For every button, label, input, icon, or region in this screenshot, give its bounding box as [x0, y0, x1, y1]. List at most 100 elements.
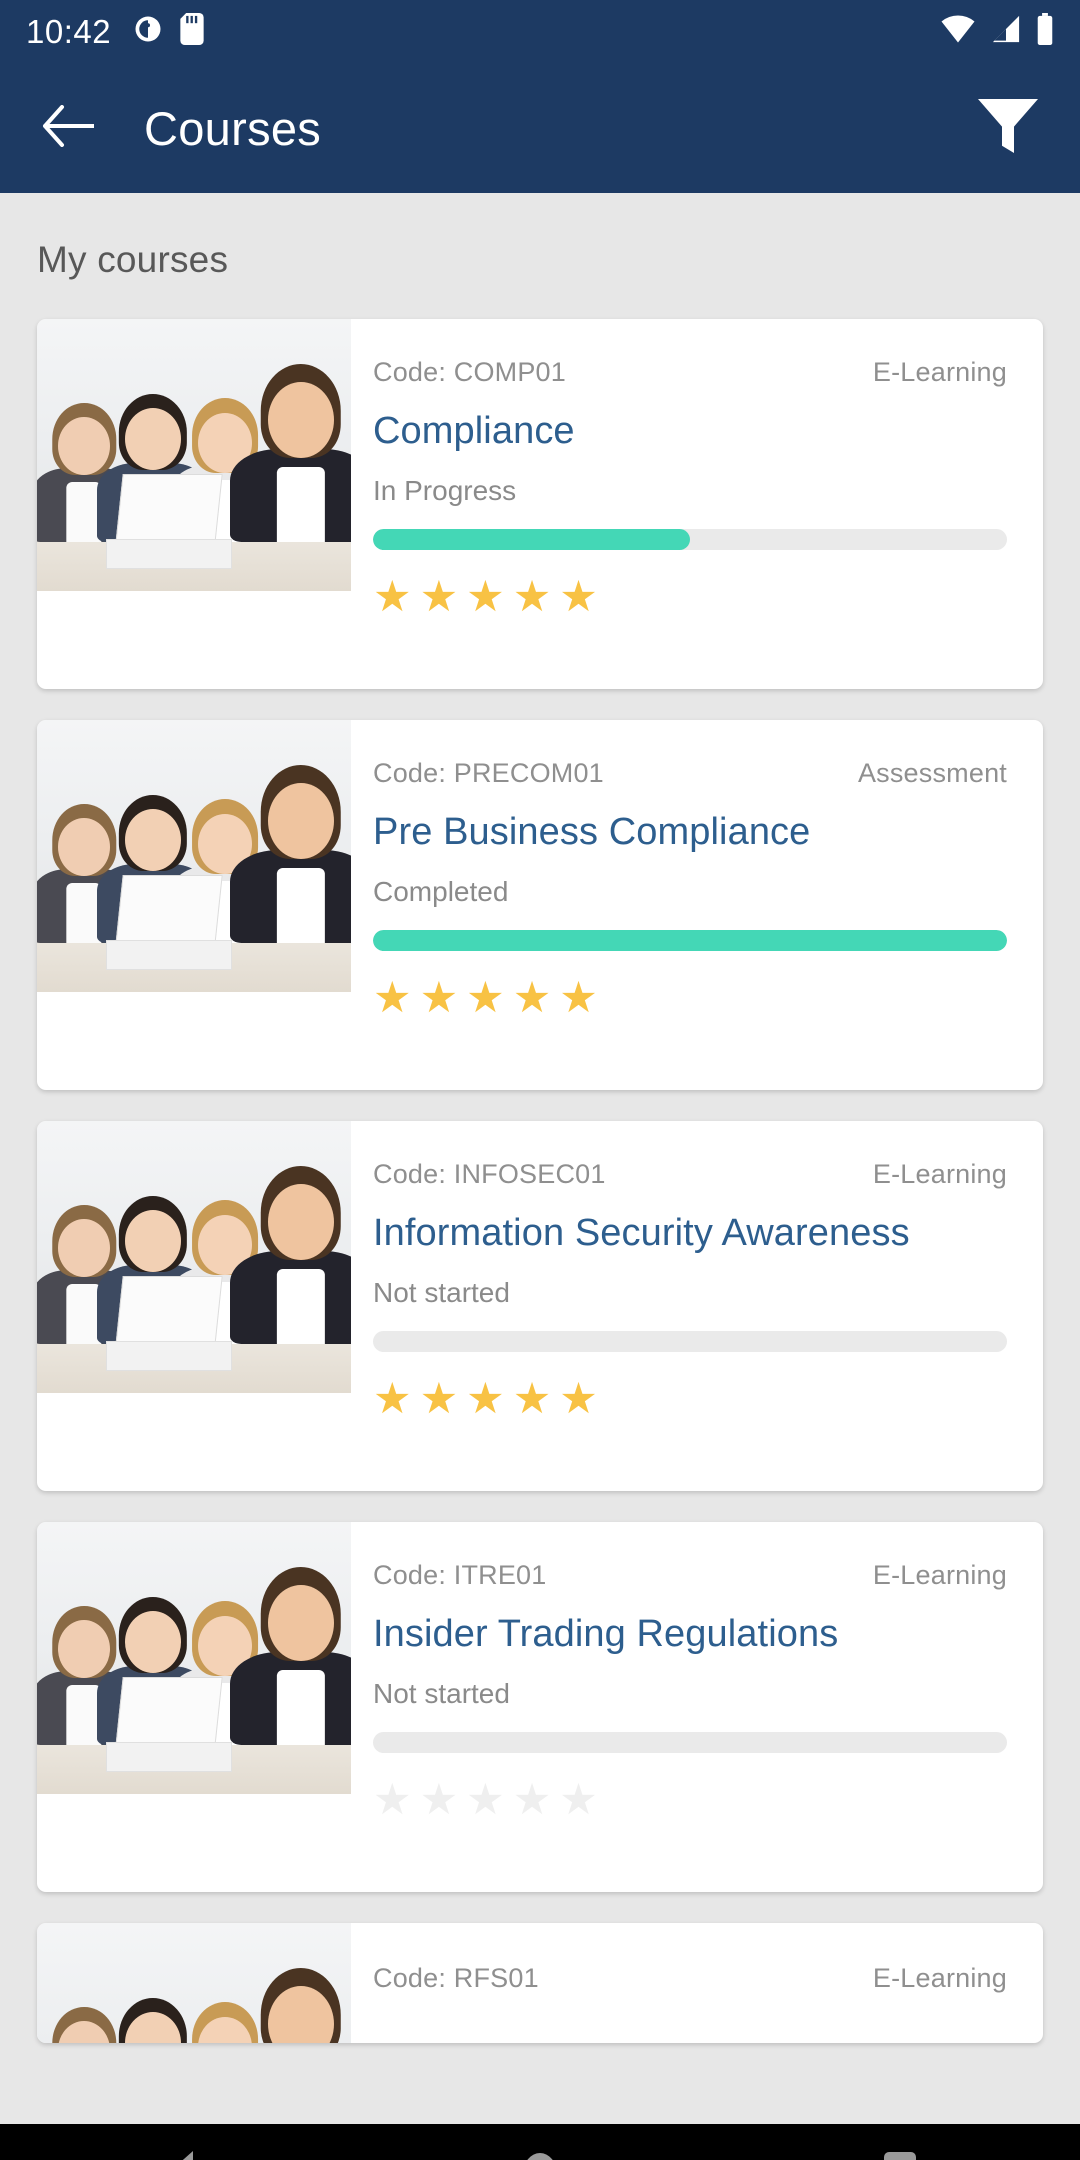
course-meta-row: Code: COMP01 E-Learning	[373, 357, 1007, 388]
photo-person-shirt	[276, 1670, 325, 1746]
nav-recents-icon	[884, 2152, 916, 2160]
rating-star[interactable]: ★	[559, 1779, 598, 1822]
section-heading: My courses	[37, 239, 229, 280]
photo-laptop-base	[106, 539, 232, 570]
course-card[interactable]: Code: ITRE01 E-Learning Insider Trading Re…	[37, 1522, 1043, 1892]
course-thumbnail[interactable]	[37, 1522, 351, 1794]
rating-star[interactable]: ★	[373, 1378, 412, 1421]
android-nav-bar	[0, 2124, 1080, 2160]
course-card-list: Code: COMP01 E-Learning Compliance In Progr…	[0, 281, 1080, 2043]
rating-star[interactable]: ★	[559, 576, 598, 619]
photo-laptop-screen	[114, 1677, 223, 1748]
course-thumbnail-photo	[37, 1121, 351, 1393]
course-title[interactable]: Insider Trading Regulations	[373, 1613, 1007, 1656]
course-progress-fill	[373, 529, 690, 550]
photo-person	[229, 764, 351, 944]
photo-person-shirt	[276, 467, 325, 543]
course-type: Assessment	[857, 758, 1007, 788]
clock-icon	[133, 14, 163, 49]
course-card[interactable]: Code: PRECOM01 Assessment Pre Business Com…	[37, 720, 1043, 1090]
rating-star[interactable]: ★	[466, 1779, 505, 1822]
status-bar-left-icons	[133, 13, 204, 50]
wifi-icon	[940, 14, 976, 49]
course-thumbnail-photo	[37, 720, 351, 992]
nav-home-icon	[523, 2153, 557, 2160]
course-thumbnail[interactable]	[37, 720, 351, 992]
course-card[interactable]: Code: INFOSEC01 E-Learning Information Sec…	[37, 1121, 1043, 1491]
photo-person-shirt	[276, 1269, 325, 1345]
course-code: Code: PRECOM01	[373, 758, 604, 788]
course-status: Not started	[373, 1277, 510, 1308]
filter-button[interactable]	[970, 90, 1046, 166]
course-rating[interactable]: ★ ★ ★ ★ ★	[373, 1779, 1007, 1822]
rating-star[interactable]: ★	[466, 576, 505, 619]
rating-star[interactable]: ★	[513, 1779, 552, 1822]
photo-laptop-screen	[114, 875, 223, 946]
photo-person	[230, 1967, 351, 2043]
course-thumbnail-photo	[37, 1923, 351, 2043]
course-status: In Progress	[373, 475, 517, 506]
course-rating[interactable]: ★ ★ ★ ★ ★	[373, 1378, 1007, 1421]
course-card[interactable]: Code: COMP01 E-Learning Compliance In Progr…	[37, 319, 1043, 689]
rating-star[interactable]: ★	[420, 576, 459, 619]
rating-star[interactable]: ★	[559, 1378, 598, 1421]
course-progress-fill	[373, 930, 1007, 951]
course-type: E-Learning	[872, 1560, 1007, 1590]
rating-star[interactable]: ★	[373, 977, 412, 1020]
course-code: Code: INFOSEC01	[373, 1159, 606, 1189]
course-status: Completed	[373, 876, 509, 907]
photo-person	[229, 1165, 351, 1345]
course-thumbnail-photo	[37, 1522, 351, 1794]
rating-star[interactable]: ★	[420, 1779, 459, 1822]
course-progress-bar	[373, 529, 1007, 550]
rating-star[interactable]: ★	[513, 576, 552, 619]
rating-star[interactable]: ★	[373, 1779, 412, 1822]
photo-person	[229, 1566, 351, 1746]
course-card-body: Code: COMP01 E-Learning Compliance In Progr…	[351, 319, 1043, 689]
rating-star[interactable]: ★	[466, 1378, 505, 1421]
course-progress-bar	[373, 1331, 1007, 1352]
course-meta-row: Code: ITRE01 E-Learning	[373, 1560, 1007, 1591]
rating-star[interactable]: ★	[420, 977, 459, 1020]
nav-home-button[interactable]	[480, 2124, 600, 2160]
course-rating[interactable]: ★ ★ ★ ★ ★	[373, 977, 1007, 1020]
photo-person	[229, 363, 351, 543]
cell-signal-icon	[990, 14, 1022, 49]
rating-star[interactable]: ★	[559, 977, 598, 1020]
rating-star[interactable]: ★	[513, 1378, 552, 1421]
course-thumbnail[interactable]	[37, 319, 351, 591]
nav-recents-button[interactable]	[840, 2124, 960, 2160]
photo-laptop-screen	[114, 1276, 223, 1347]
rating-star[interactable]: ★	[513, 977, 552, 1020]
course-title[interactable]: Pre Business Compliance	[373, 811, 1007, 854]
photo-person-head	[267, 1585, 334, 1662]
photo-laptop-base	[106, 1341, 232, 1372]
rating-star[interactable]: ★	[420, 1378, 459, 1421]
course-card-body: Code: RFS01 E-Learning	[351, 1923, 1043, 2043]
course-type: E-Learning	[872, 357, 1007, 387]
nav-back-button[interactable]	[120, 2124, 240, 2160]
back-button[interactable]	[36, 96, 100, 160]
rating-star[interactable]: ★	[373, 576, 412, 619]
course-list-scroll-area[interactable]: My courses Code: COMP01 E-Learning Complia…	[0, 193, 1080, 2124]
course-code: Code: COMP01	[373, 357, 566, 387]
course-progress-bar	[373, 930, 1007, 951]
battery-icon	[1036, 13, 1054, 50]
course-type: E-Learning	[872, 1159, 1007, 1189]
course-thumbnail[interactable]	[37, 1121, 351, 1393]
rating-star[interactable]: ★	[466, 977, 505, 1020]
course-rating[interactable]: ★ ★ ★ ★ ★	[373, 576, 1007, 619]
sd-card-icon	[180, 13, 204, 50]
course-card-body: Code: ITRE01 E-Learning Insider Trading Re…	[351, 1522, 1043, 1892]
course-status: Not started	[373, 1678, 510, 1709]
arrow-left-icon	[42, 104, 96, 152]
photo-laptop-base	[106, 1742, 232, 1773]
course-title[interactable]: Information Security Awareness	[373, 1212, 1007, 1255]
course-title[interactable]: Compliance	[373, 410, 1007, 453]
course-card[interactable]: Code: RFS01 E-Learning	[37, 1923, 1043, 2043]
course-code: Code: ITRE01	[373, 1560, 547, 1590]
filter-icon	[972, 90, 1044, 167]
status-bar-clock: 10:42	[26, 12, 112, 50]
course-meta-row: Code: INFOSEC01 E-Learning	[373, 1159, 1007, 1190]
course-thumbnail[interactable]	[37, 1923, 351, 2043]
